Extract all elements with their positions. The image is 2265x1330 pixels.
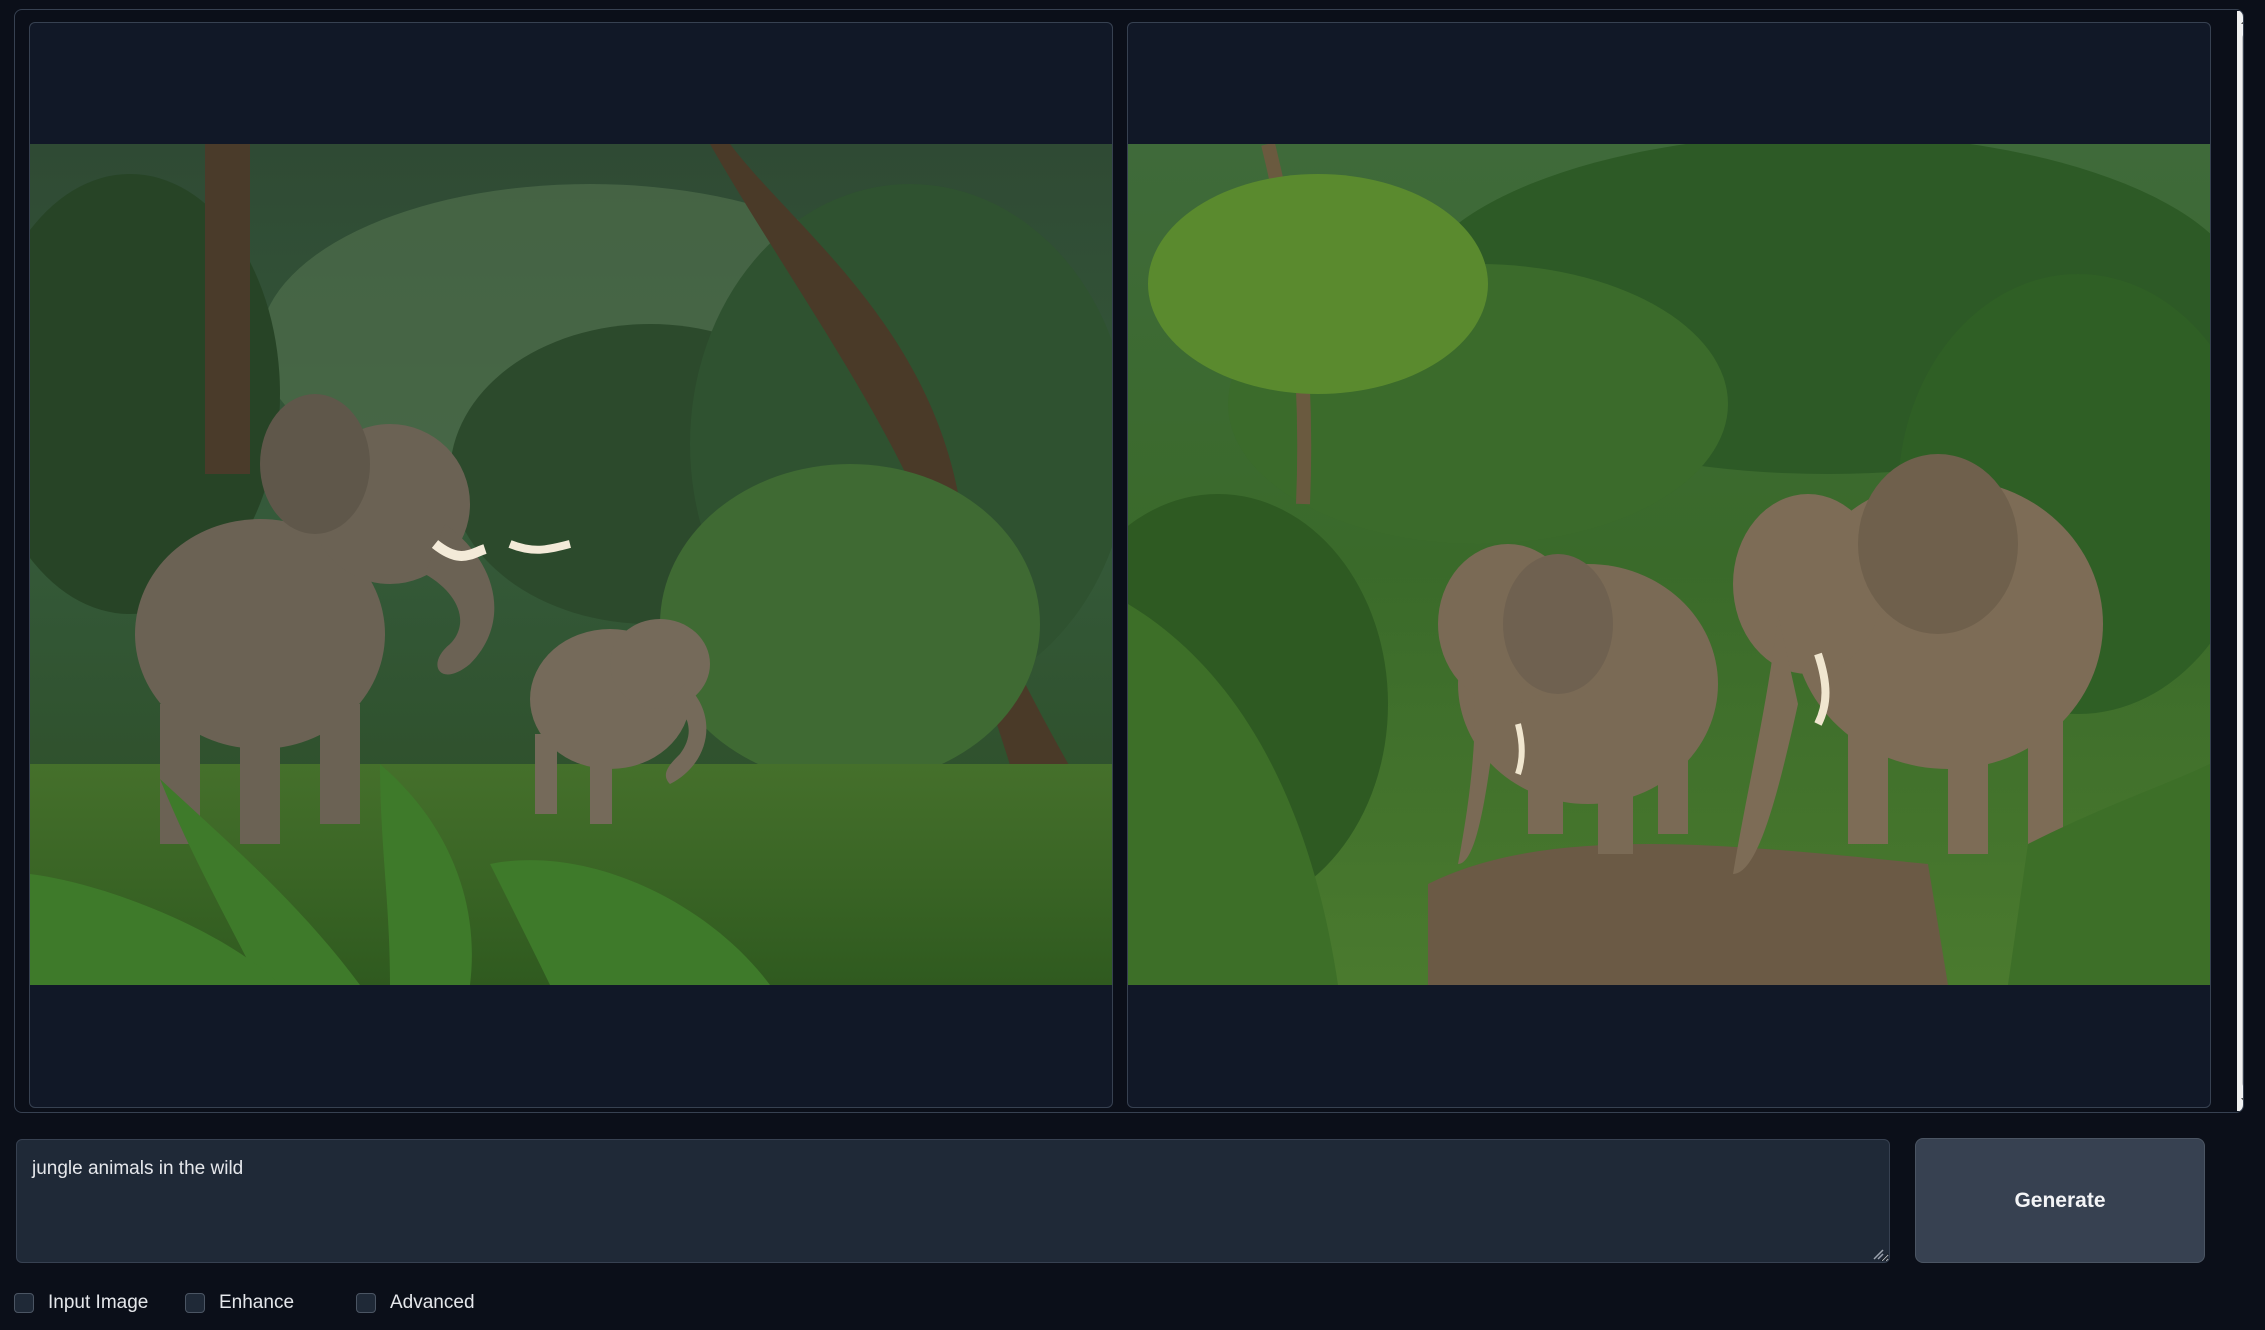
scrollbar-thumb[interactable] xyxy=(2242,33,2243,1088)
generate-button[interactable]: Generate xyxy=(1915,1138,2205,1263)
elephants-in-jungle-image-1 xyxy=(30,144,1112,985)
input-image-label: Input Image xyxy=(48,1292,149,1313)
enhance-label: Enhance xyxy=(219,1292,295,1313)
gallery-image-1[interactable] xyxy=(29,22,1113,1108)
gallery-scrollbar[interactable] xyxy=(2237,11,2243,1111)
gallery-image-2[interactable] xyxy=(1127,22,2211,1108)
enhance-option[interactable]: Enhance xyxy=(185,1292,294,1314)
prompt-input[interactable] xyxy=(16,1139,1890,1263)
scroll-down-icon[interactable] xyxy=(2241,1098,2243,1105)
input-image-option[interactable]: Input Image xyxy=(14,1292,148,1314)
enhance-checkbox[interactable] xyxy=(185,1293,205,1313)
scroll-up-icon[interactable] xyxy=(2241,17,2243,24)
resize-handle-icon[interactable] xyxy=(1872,1248,1884,1260)
elephants-in-jungle-image-2 xyxy=(1128,144,2210,985)
advanced-checkbox[interactable] xyxy=(356,1293,376,1313)
advanced-option[interactable]: Advanced xyxy=(356,1292,475,1314)
advanced-label: Advanced xyxy=(390,1292,475,1313)
input-image-checkbox[interactable] xyxy=(14,1293,34,1313)
image-gallery xyxy=(14,9,2244,1113)
